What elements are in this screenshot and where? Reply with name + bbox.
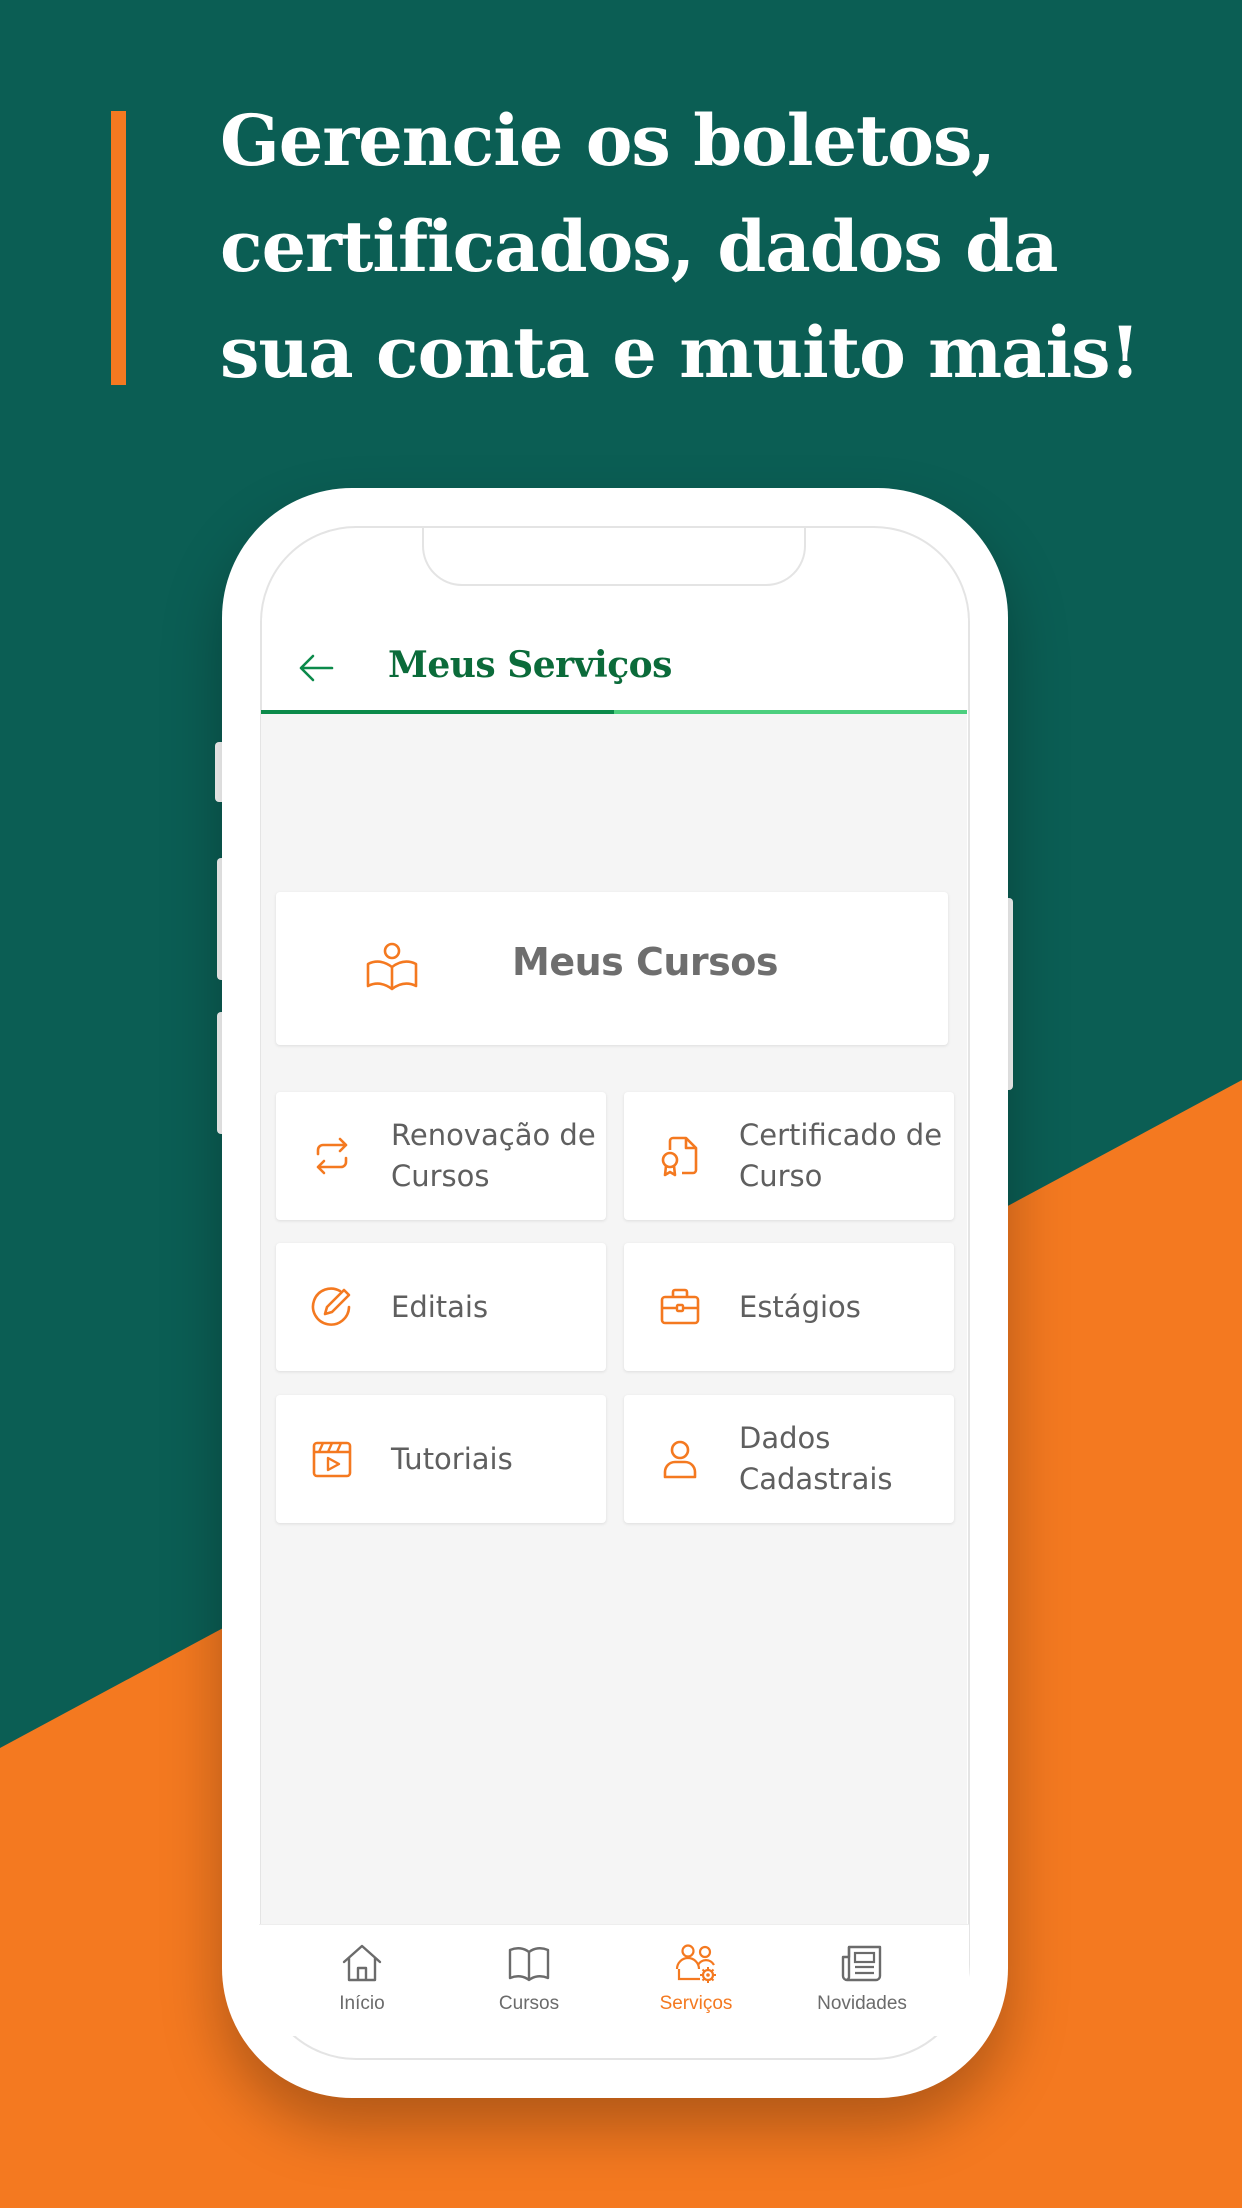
arrow-left-icon[interactable] bbox=[296, 648, 336, 688]
tab-cursos[interactable]: Cursos bbox=[445, 1925, 613, 2037]
accent-bar bbox=[111, 111, 126, 385]
book-reader-icon bbox=[366, 942, 418, 991]
my-courses-label: Meus Cursos bbox=[512, 940, 779, 984]
tab-label: Novidades bbox=[817, 1993, 907, 2014]
newspaper-icon bbox=[841, 1945, 882, 1982]
tile-label: Estágios bbox=[739, 1289, 861, 1324]
tile-renovacao[interactable]: Renovação de Cursos bbox=[276, 1092, 606, 1220]
video-clapper-icon bbox=[312, 1441, 352, 1478]
pencil-circle-icon bbox=[311, 1287, 351, 1326]
promo-headline: Gerencie os boletos, certificados, dados… bbox=[220, 88, 1180, 406]
tile-dados-cadastrais[interactable]: Dados Cadastrais bbox=[624, 1395, 954, 1523]
tile-estagios[interactable]: Estágios bbox=[624, 1243, 954, 1371]
headline-line: certificados, dados da bbox=[220, 205, 1058, 288]
tile-editais[interactable]: Editais bbox=[276, 1243, 606, 1371]
briefcase-icon bbox=[660, 1288, 700, 1325]
tile-tutoriais[interactable]: Tutoriais bbox=[276, 1395, 606, 1523]
open-book-icon bbox=[508, 1947, 550, 1982]
certificate-document-icon bbox=[661, 1136, 698, 1177]
home-icon bbox=[342, 1944, 382, 1982]
app-header: Meus Serviços bbox=[262, 618, 968, 718]
tab-inicio[interactable]: Início bbox=[278, 1925, 446, 2037]
repeat-arrows-icon bbox=[316, 1137, 348, 1175]
tile-label: Editais bbox=[391, 1289, 489, 1324]
tile-label: Tutoriais bbox=[391, 1441, 513, 1476]
tile-label: Renovação de Cursos bbox=[391, 1118, 596, 1193]
headline-line: Gerencie os boletos, bbox=[220, 99, 996, 182]
tab-servicos[interactable]: Serviços bbox=[612, 1925, 780, 2037]
user-icon bbox=[663, 1440, 697, 1479]
tab-novidades[interactable]: Novidades bbox=[778, 1925, 946, 2037]
tile-label: Certificado de Curso bbox=[739, 1118, 943, 1193]
bottom-tab-bar: Início Cursos Serviços Novidades bbox=[259, 1924, 969, 2036]
tab-label: Serviços bbox=[659, 1993, 733, 2014]
headline-line: sua conta e muito mais! bbox=[220, 311, 1140, 394]
page-title: Meus Serviços bbox=[388, 644, 672, 686]
tile-label: Dados Cadastrais bbox=[739, 1421, 893, 1496]
tab-label: Cursos bbox=[498, 1993, 560, 2014]
tile-certificado[interactable]: Certificado de Curso bbox=[624, 1092, 954, 1220]
tab-label: Início bbox=[339, 1993, 385, 2014]
phone-notch bbox=[422, 528, 806, 586]
users-gear-icon bbox=[675, 1944, 716, 1983]
my-courses-card[interactable]: Meus Cursos bbox=[276, 892, 948, 1045]
